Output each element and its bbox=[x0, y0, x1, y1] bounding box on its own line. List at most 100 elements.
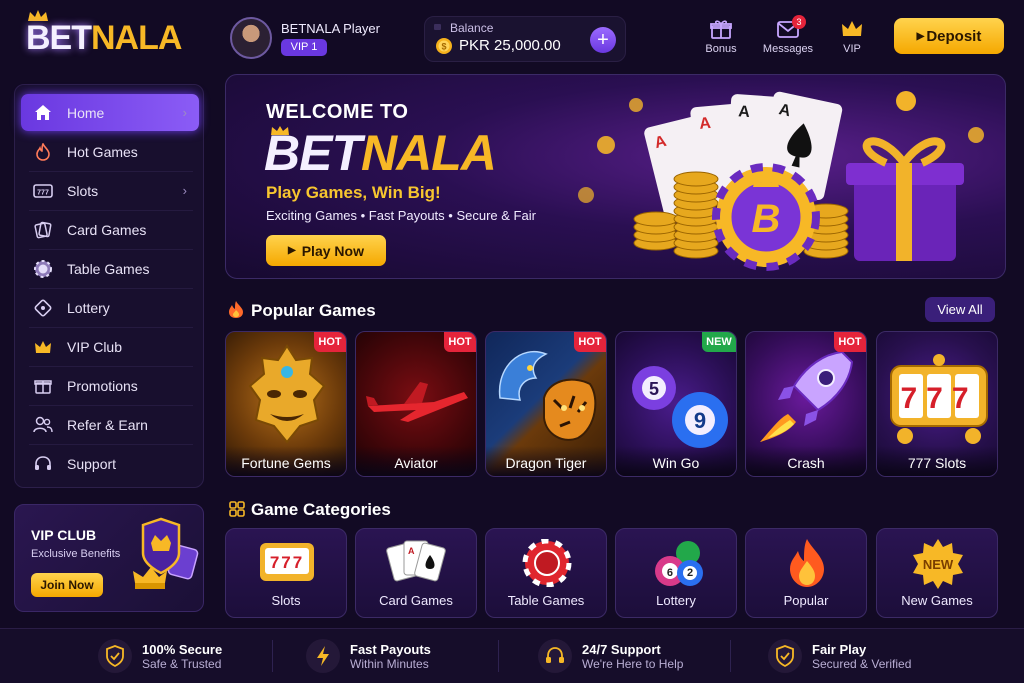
deposit-button[interactable]: ▶ Deposit bbox=[894, 18, 1004, 54]
cards-icon: A bbox=[386, 540, 446, 582]
player-name: BETNALA Player bbox=[281, 21, 380, 36]
sidebar-item-table-games[interactable]: Table Games bbox=[21, 250, 199, 287]
category-popular[interactable]: Popular bbox=[745, 528, 867, 618]
new-tag: NEW bbox=[702, 332, 736, 352]
game-card-dragon-tiger[interactable]: HOT Dragon Tiger bbox=[485, 331, 607, 477]
welcome-banner[interactable]: WELCOME TO BETNALA Play Games, Win Big! … bbox=[225, 74, 1006, 279]
vip-nav-button[interactable]: VIP bbox=[832, 17, 872, 57]
category-label: Slots bbox=[271, 593, 301, 608]
game-name: Crash bbox=[746, 446, 866, 476]
game-card-win-go[interactable]: 59 NEW Win Go bbox=[615, 331, 737, 477]
feature-title: Fair Play bbox=[812, 641, 867, 657]
balance-label: Balance bbox=[450, 21, 494, 35]
game-name: Dragon Tiger bbox=[486, 446, 606, 476]
feature-title: 24/7 Support bbox=[582, 641, 661, 657]
crown-icon bbox=[33, 337, 53, 357]
logo-text-nala: NALA bbox=[91, 19, 182, 57]
feature-fast-payouts: Fast Payouts Within Minutes bbox=[306, 636, 431, 676]
divider bbox=[29, 288, 193, 289]
sidebar-item-label: Support bbox=[67, 455, 117, 472]
play-triangle-icon: ▶ bbox=[916, 30, 925, 42]
category-lottery[interactable]: 6 2 Lottery bbox=[615, 528, 737, 618]
lightning-icon bbox=[306, 639, 340, 673]
banner-brand: BETNALA bbox=[264, 125, 497, 181]
banner-welcome-text: WELCOME TO bbox=[266, 101, 409, 123]
category-new-games[interactable]: NEW New Games bbox=[876, 528, 998, 618]
category-label: Popular bbox=[783, 593, 829, 608]
chip-icon bbox=[33, 259, 53, 279]
banner-artwork: A A A A B bbox=[578, 91, 984, 271]
category-slots[interactable]: 777 Slots bbox=[225, 528, 347, 618]
sidebar-item-lottery[interactable]: Lottery bbox=[21, 289, 199, 326]
sidebar-item-vip-club[interactable]: VIP Club bbox=[21, 328, 199, 365]
shield-check-icon bbox=[768, 639, 802, 673]
cards-icon bbox=[33, 220, 53, 240]
game-card-aviator[interactable]: HOT Aviator bbox=[355, 331, 477, 477]
feature-subtitle: Secured & Verified bbox=[812, 656, 912, 671]
banner-brand-nala: NALA bbox=[361, 125, 497, 181]
category-card-games[interactable]: A Card Games bbox=[355, 528, 477, 618]
view-all-button[interactable]: View All bbox=[925, 297, 995, 322]
hot-tag: HOT bbox=[314, 332, 346, 352]
sidebar-item-home[interactable]: Home › bbox=[21, 94, 199, 131]
sidebar-item-label: Hot Games bbox=[67, 143, 138, 160]
ball-number: 9 bbox=[694, 408, 706, 433]
new-burst-text: NEW bbox=[923, 557, 954, 572]
slot-machine-icon: 777 bbox=[33, 181, 53, 201]
fire-icon bbox=[790, 539, 824, 587]
sidebar-item-support[interactable]: Support bbox=[21, 445, 199, 482]
sidebar-item-label: Refer & Earn bbox=[67, 416, 148, 433]
avatar[interactable] bbox=[230, 17, 272, 59]
category-label: Lottery bbox=[656, 593, 696, 608]
sidebar-item-card-games[interactable]: Card Games bbox=[21, 211, 199, 248]
category-table-games[interactable]: Table Games bbox=[485, 528, 607, 618]
bonus-nav-label: Bonus bbox=[705, 43, 737, 55]
feature-subtitle: Safe & Trusted bbox=[142, 656, 222, 671]
svg-text:B: B bbox=[752, 197, 781, 241]
play-now-label: Play Now bbox=[301, 242, 364, 259]
slot-machine-icon: 777 bbox=[260, 543, 314, 581]
dragon-tiger-icon bbox=[498, 351, 597, 441]
bonus-nav-button[interactable]: Bonus bbox=[700, 17, 742, 57]
game-card-fortune-gems[interactable]: HOT Fortune Gems bbox=[225, 331, 347, 477]
brand-logo[interactable]: BETNALA bbox=[26, 18, 182, 58]
chevron-right-icon: › bbox=[182, 105, 187, 120]
slot-reels-text: 777 bbox=[270, 553, 304, 572]
banner-headline: Play Games, Win Big! bbox=[266, 183, 441, 202]
divider bbox=[29, 249, 193, 250]
sidebar: Home › Hot Games 777 Slots › Card Games … bbox=[14, 84, 204, 488]
svg-text:777: 777 bbox=[37, 189, 49, 196]
golden-mask-icon bbox=[248, 344, 326, 444]
sidebar-item-promotions[interactable]: Promotions bbox=[21, 367, 199, 404]
feature-secure: 100% Secure Safe & Trusted bbox=[98, 636, 222, 676]
banner-features: Exciting Games • Fast Payouts • Secure &… bbox=[266, 208, 536, 223]
game-card-777-slots[interactable]: 777 777 Slots bbox=[876, 331, 998, 477]
svg-text:$: $ bbox=[441, 42, 446, 52]
messages-nav-button[interactable]: 3 Messages bbox=[760, 15, 816, 57]
vip-card-subtitle: Exclusive Benefits bbox=[31, 548, 121, 560]
grid-icon bbox=[229, 501, 245, 517]
game-name: Win Go bbox=[616, 446, 736, 476]
game-card-crash[interactable]: HOT Crash bbox=[745, 331, 867, 477]
add-funds-button[interactable]: + bbox=[590, 27, 616, 53]
chip-icon bbox=[522, 539, 572, 587]
sidebar-item-label: Table Games bbox=[67, 260, 150, 277]
vip-card-title: VIP CLUB bbox=[31, 527, 97, 543]
headset-icon bbox=[33, 454, 53, 474]
vip-level-badge: VIP 1 bbox=[281, 39, 327, 56]
svg-text:A: A bbox=[738, 103, 751, 121]
airplane-icon bbox=[366, 382, 468, 422]
feature-subtitle: Within Minutes bbox=[350, 656, 429, 671]
join-now-button[interactable]: Join Now bbox=[31, 573, 103, 597]
sidebar-item-label: Slots bbox=[67, 182, 99, 199]
reels-text: 777 bbox=[900, 382, 977, 415]
category-label: New Games bbox=[901, 593, 973, 608]
sidebar-item-hot-games[interactable]: Hot Games bbox=[21, 133, 199, 170]
rocket-icon bbox=[760, 350, 854, 442]
play-now-button[interactable]: ▶ Play Now bbox=[266, 235, 386, 266]
sidebar-item-refer-earn[interactable]: Refer & Earn bbox=[21, 406, 199, 443]
game-name: Fortune Gems bbox=[226, 446, 346, 476]
lottery-balls-icon: 6 2 bbox=[655, 541, 703, 586]
messages-count-badge: 3 bbox=[792, 15, 806, 29]
sidebar-item-slots[interactable]: 777 Slots › bbox=[21, 172, 199, 209]
